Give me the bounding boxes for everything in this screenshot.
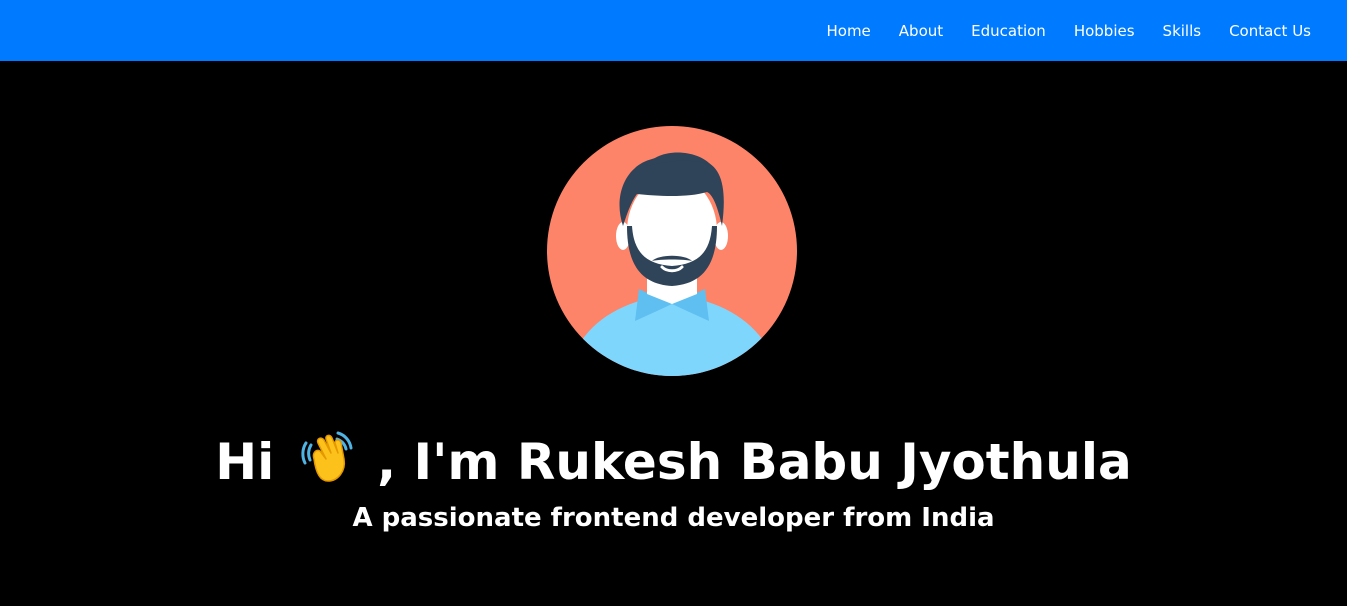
nav-link-home[interactable]: Home bbox=[826, 22, 870, 40]
nav-link-education[interactable]: Education bbox=[971, 22, 1046, 40]
hero-heading: Hi , I'm Rukesh Babu Jyothula bbox=[0, 429, 1347, 494]
hero-subtitle: A passionate frontend developer from Ind… bbox=[352, 503, 995, 533]
nav-link-contact-us[interactable]: Contact Us bbox=[1229, 22, 1311, 40]
avatar-icon bbox=[547, 126, 797, 376]
greeting-prefix: Hi bbox=[215, 433, 275, 491]
nav-link-hobbies[interactable]: Hobbies bbox=[1074, 22, 1135, 40]
waving-hand-icon bbox=[301, 431, 353, 482]
nav-menu: Home About Education Hobbies Skills Cont… bbox=[798, 0, 1311, 61]
hero-section: Hi , I'm Rukesh Babu Jyothula A passiona… bbox=[0, 61, 1347, 606]
nav-link-about[interactable]: About bbox=[899, 22, 943, 40]
greeting-name: , I'm Rukesh Babu Jyothula bbox=[377, 433, 1132, 491]
nav-link-skills[interactable]: Skills bbox=[1163, 22, 1202, 40]
navbar: Home About Education Hobbies Skills Cont… bbox=[0, 0, 1347, 61]
